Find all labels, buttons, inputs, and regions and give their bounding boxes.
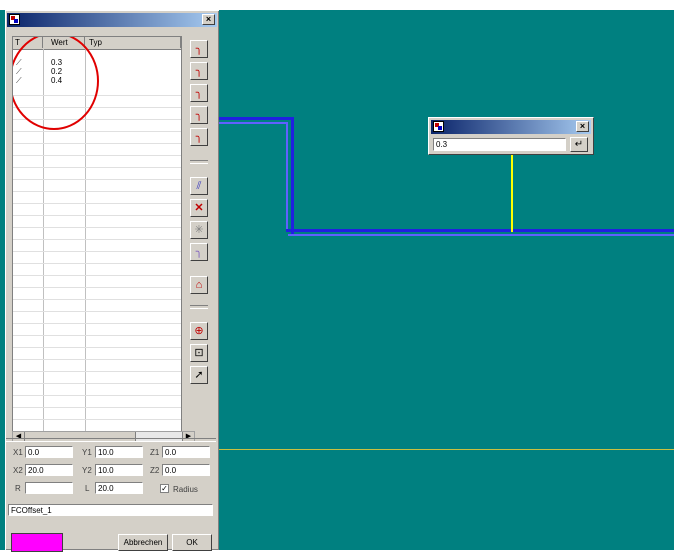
zoom-in-icon[interactable]: ⊕ — [190, 322, 208, 340]
delete-button[interactable]: ✕ — [190, 199, 208, 217]
grid-line — [13, 191, 181, 192]
polyline-top-segment — [214, 117, 294, 120]
ok-button[interactable]: OK — [172, 534, 212, 551]
grid-line — [13, 263, 181, 264]
z2-field[interactable] — [162, 464, 210, 476]
grid-line — [13, 323, 181, 324]
arc-tool-4-button[interactable]: ╮ — [190, 106, 208, 124]
segment-list[interactable]: T Wert Typ ⟋ ⟋ 0.3 ⟋ 0.2 ⟋ 0.4 — [12, 36, 182, 434]
toolbar-separator — [190, 160, 208, 164]
highlight-circle — [13, 37, 99, 130]
polyline-vertical-segment — [291, 117, 294, 235]
z1-field[interactable] — [162, 446, 210, 458]
yellow-marker-line — [511, 154, 513, 232]
r-label: R — [15, 484, 21, 493]
arc-tool-5-button[interactable]: ╮ — [190, 128, 208, 146]
close-icon[interactable]: × — [202, 14, 215, 25]
grid-line — [13, 227, 181, 228]
arc-tool-1-button[interactable]: ╮ — [190, 40, 208, 58]
grid-line — [13, 371, 181, 372]
value-input-dialog: × ↵ — [428, 117, 594, 155]
x2-field[interactable] — [25, 464, 73, 476]
polyline-bottom-segment — [286, 229, 674, 232]
polyline-vertical-inner — [286, 122, 288, 230]
grid-line — [13, 155, 181, 156]
grid-line — [13, 395, 181, 396]
grid-line — [13, 383, 181, 384]
radius-label: Radius — [173, 485, 198, 494]
grid-line — [13, 179, 181, 180]
offset-arc-button[interactable]: ╮ — [190, 243, 208, 261]
grid-line — [13, 419, 181, 420]
l-field[interactable] — [95, 482, 143, 494]
app-icon — [9, 14, 20, 25]
grid-line — [13, 203, 181, 204]
color-swatch[interactable] — [11, 533, 63, 552]
arc-tool-3-button[interactable]: ╮ — [190, 84, 208, 102]
toolbar-separator — [190, 305, 208, 309]
grid-line — [13, 287, 181, 288]
grid-line — [13, 359, 181, 360]
grid-line — [13, 275, 181, 276]
polyline-top-inner — [214, 122, 288, 124]
grid-line — [13, 143, 181, 144]
offset-panel: × T Wert Typ ⟋ ⟋ 0.3 ⟋ 0.2 ⟋ 0.4 ◀ ▶ ╮ ╮… — [5, 10, 219, 552]
parallel-lines-button[interactable]: ⫽ — [190, 177, 208, 195]
thin-horizontal-line — [214, 449, 674, 450]
grid-line — [13, 215, 181, 216]
panel-separator — [6, 438, 216, 442]
shape-tool-button[interactable]: ⌂ — [190, 276, 208, 294]
grid-line — [13, 299, 181, 300]
z2-label: Z2 — [150, 466, 160, 475]
grid-line — [13, 167, 181, 168]
grid-line — [13, 347, 181, 348]
explode-button[interactable]: ✳ — [190, 221, 208, 239]
panel-titlebar: × — [7, 13, 217, 27]
y2-label: Y2 — [82, 466, 92, 475]
app-icon — [433, 121, 444, 132]
radius-checkbox[interactable]: ✓ — [160, 484, 169, 493]
grid-line — [13, 311, 181, 312]
grid-line — [13, 407, 181, 408]
grid-line — [13, 335, 181, 336]
zoom-window-icon[interactable]: ⊡ — [190, 344, 208, 362]
dialog-titlebar: × — [431, 120, 591, 134]
value-input[interactable] — [433, 138, 566, 151]
l-label: L — [85, 484, 90, 493]
enter-icon[interactable]: ↵ — [570, 137, 588, 152]
polyline-bottom-inner — [288, 234, 674, 236]
y1-label: Y1 — [82, 448, 92, 457]
x2-label: X2 — [13, 466, 23, 475]
grid-line — [13, 239, 181, 240]
x1-label: X1 — [13, 448, 23, 457]
arc-tool-2-button[interactable]: ╮ — [190, 62, 208, 80]
z1-label: Z1 — [150, 448, 160, 457]
name-field[interactable] — [8, 504, 213, 516]
cancel-button[interactable]: Abbrechen — [118, 534, 168, 551]
r-field[interactable] — [25, 482, 73, 494]
y1-field[interactable] — [95, 446, 143, 458]
grid-line — [13, 251, 181, 252]
close-icon[interactable]: × — [576, 121, 589, 132]
select-pointer-icon[interactable]: ➚ — [190, 366, 208, 384]
x1-field[interactable] — [25, 446, 73, 458]
y2-field[interactable] — [95, 464, 143, 476]
